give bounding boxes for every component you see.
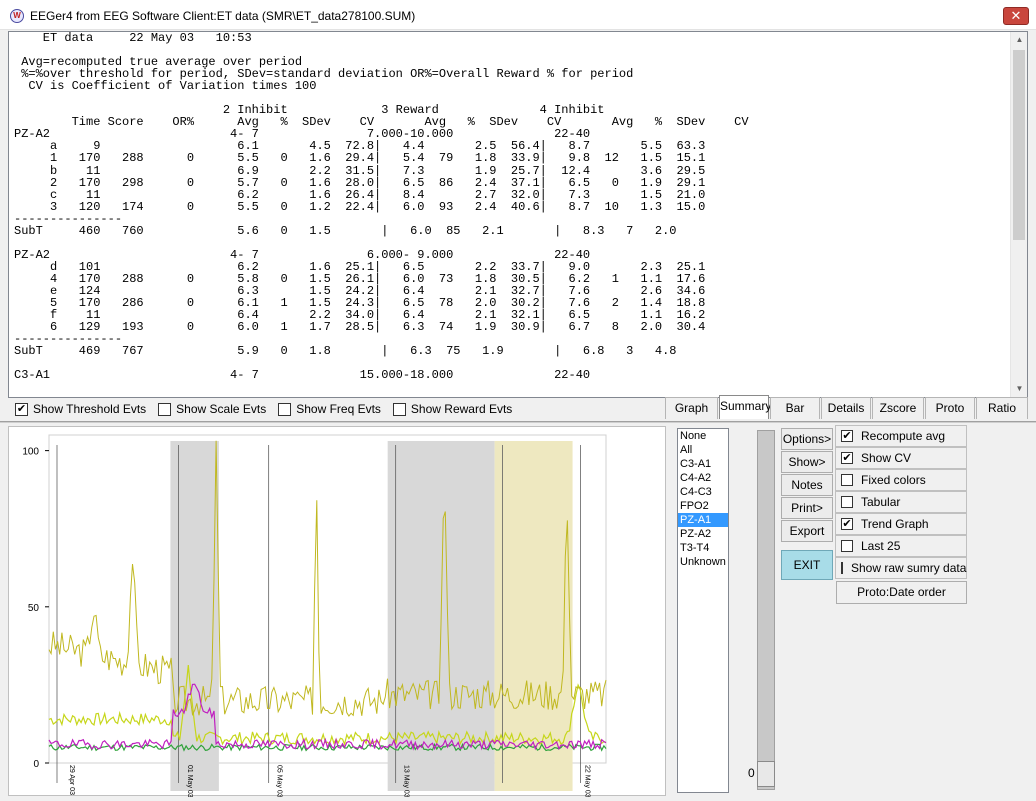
option-recompute-avg[interactable]: ✔ Recompute avg	[835, 425, 967, 447]
report-scrollbar[interactable]: ▲ ▼	[1010, 32, 1027, 397]
channel-item-pz-a1[interactable]: PZ-A1	[678, 513, 728, 527]
option-fixed-colors[interactable]: Fixed colors	[835, 469, 967, 491]
checkbox-label: Show Reward Evts	[410, 402, 513, 416]
option-tabular[interactable]: Tabular	[835, 491, 967, 513]
x-tick-label: 01 May 03	[186, 765, 193, 797]
tab-bar[interactable]: Bar	[770, 397, 820, 419]
options-button[interactable]: Options>	[781, 428, 833, 450]
filter-show-scale-evts[interactable]: Show Scale Evts	[158, 400, 266, 418]
checkbox[interactable]	[278, 402, 292, 416]
option-checkboxes: ✔ Recompute avg ✔ Show CV Fixed colors Tabula…	[835, 425, 967, 579]
checkbox-label: Show Scale Evts	[176, 402, 267, 416]
x-tick-label: 13 May 03	[402, 765, 409, 797]
trend-chart-svg: 0 50 100 29 Apr 03 01 May 03 05 May 03 13 May …	[22, 434, 607, 797]
slider-value: 0	[748, 766, 755, 780]
checkbox[interactable]	[392, 402, 406, 416]
title-bar: W EEGer4 from EEG Software Client:ET dat…	[0, 0, 1036, 30]
tab-summary[interactable]: Summary	[719, 395, 771, 419]
tab-proto[interactable]: Proto	[925, 397, 975, 419]
slider-thumb[interactable]	[757, 761, 775, 787]
show-button[interactable]: Show>	[781, 451, 833, 473]
filter-show-threshold-evts[interactable]: ✔ Show Threshold Evts	[15, 400, 146, 418]
tab-details[interactable]: Details	[821, 397, 871, 419]
exit-button[interactable]: EXIT	[781, 550, 833, 580]
x-tick-label: 22 May 03	[583, 765, 590, 797]
event-filter-row: ✔ Show Threshold Evts Show Scale Evts Show …	[15, 400, 524, 418]
y-tick-label-0: 0	[33, 759, 39, 770]
option-show-raw-sumry-data[interactable]: Show raw sumry data	[835, 557, 967, 579]
channel-item-none[interactable]: None	[678, 429, 728, 443]
y-tick-label-50: 50	[28, 603, 40, 614]
tab-zscore[interactable]: Zscore	[872, 397, 924, 419]
option-label: Fixed colors	[861, 473, 926, 487]
option-label: Tabular	[861, 495, 901, 509]
option-show-cv[interactable]: ✔ Show CV	[835, 447, 967, 469]
option-label: Trend Graph	[861, 517, 929, 531]
action-buttons: Options> Show> Notes Print> Export EXIT	[781, 428, 835, 581]
checkbox[interactable]	[158, 402, 172, 416]
checkbox[interactable]: ✔	[841, 452, 853, 464]
option-last-25[interactable]: Last 25	[835, 535, 967, 557]
divider	[0, 421, 1036, 423]
channel-item-unknown[interactable]: Unknown	[678, 555, 728, 569]
channel-item-c3-a1[interactable]: C3-A1	[678, 457, 728, 471]
report-text: ET data 22 May 03 10:53 Avg=recomputed t…	[14, 31, 749, 383]
filter-show-freq-evts[interactable]: Show Freq Evts	[278, 400, 381, 418]
checkbox[interactable]	[841, 496, 853, 508]
trend-graph: 0 50 100 29 Apr 03 01 May 03 05 May 03 13 May …	[8, 426, 666, 797]
tab-graph[interactable]: Graph	[665, 397, 718, 419]
notes-button[interactable]: Notes	[781, 474, 833, 496]
checkbox-label: Show Freq Evts	[296, 402, 381, 416]
option-label: Recompute avg	[861, 429, 946, 443]
scroll-down-arrow-icon[interactable]: ▼	[1011, 381, 1027, 397]
close-button[interactable]: ✕	[1003, 7, 1029, 25]
option-label: Show raw sumry data	[851, 561, 967, 575]
export-button[interactable]: Export	[781, 520, 833, 542]
window-title: EEGer4 from EEG Software Client:ET data …	[30, 9, 416, 23]
checkbox[interactable]	[841, 540, 853, 552]
x-tick-label: 29 Apr 03	[68, 765, 75, 795]
y-tick-label-100: 100	[22, 447, 39, 458]
scroll-up-arrow-icon[interactable]: ▲	[1011, 32, 1027, 48]
proto-date-order-button[interactable]: Proto:Date order	[836, 581, 967, 604]
checkbox[interactable]: ✔	[841, 518, 853, 530]
x-tick-label: 05 May 03	[275, 765, 282, 797]
channel-item-fpo2[interactable]: FPO2	[678, 499, 728, 513]
vertical-slider[interactable]	[757, 430, 775, 790]
view-tabs: Graph Summary Bar Details Zscore Proto Ratio	[665, 395, 1029, 419]
option-trend-graph[interactable]: ✔ Trend Graph	[835, 513, 967, 535]
channel-item-c4-c3[interactable]: C4-C3	[678, 485, 728, 499]
checkbox[interactable]: ✔	[841, 430, 853, 442]
scroll-thumb[interactable]	[1013, 50, 1025, 240]
checkbox-label: Show Threshold Evts	[33, 402, 147, 416]
channel-item-pz-a2[interactable]: PZ-A2	[678, 527, 728, 541]
checkbox[interactable]	[841, 474, 853, 486]
print-button[interactable]: Print>	[781, 497, 833, 519]
app-icon: W	[10, 9, 24, 23]
channel-item-t3-t4[interactable]: T3-T4	[678, 541, 728, 555]
channel-list[interactable]: None All C3-A1 C4-A2 C4-C3 FPO2 PZ-A1 PZ-A2 T3-T…	[677, 428, 729, 793]
channel-item-all[interactable]: All	[678, 443, 728, 457]
option-label: Show CV	[861, 451, 912, 465]
filter-show-reward-evts[interactable]: Show Reward Evts	[392, 400, 513, 418]
checkbox[interactable]	[841, 562, 843, 574]
option-label: Last 25	[861, 539, 901, 553]
summary-report[interactable]: ET data 22 May 03 10:53 Avg=recomputed t…	[8, 31, 1028, 398]
shaded-band-0	[170, 441, 219, 791]
channel-item-c4-a2[interactable]: C4-A2	[678, 471, 728, 485]
tab-ratio[interactable]: Ratio	[976, 397, 1028, 419]
checkbox[interactable]: ✔	[15, 402, 28, 416]
